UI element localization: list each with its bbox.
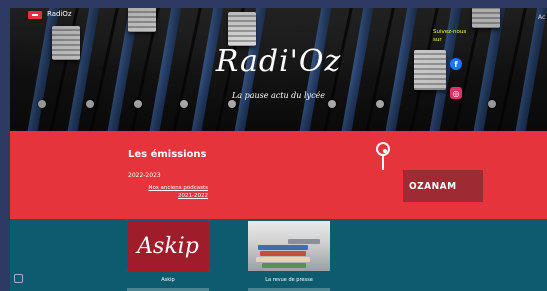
old-podcasts-year-link[interactable]: 2021-2022 bbox=[128, 193, 208, 199]
askip-logo-text: Askip bbox=[137, 233, 199, 259]
brand-name-link[interactable]: RadiOz bbox=[47, 10, 72, 18]
book-image bbox=[256, 257, 310, 262]
site-logo[interactable] bbox=[28, 11, 42, 19]
podcast-card-title[interactable]: Askip bbox=[127, 277, 209, 283]
book-image bbox=[258, 245, 308, 250]
website-page: RadiOz Radi'Oz La pause actu du lycée Su… bbox=[10, 8, 547, 291]
podcast-card-title[interactable]: La revue de presse bbox=[248, 277, 330, 283]
emissions-heading: Les émissions bbox=[128, 149, 207, 160]
facebook-icon[interactable]: f bbox=[450, 58, 462, 70]
book-image bbox=[262, 263, 306, 268]
school-badge[interactable]: OZANAM bbox=[403, 170, 483, 202]
left-margin bbox=[0, 0, 10, 291]
podcast-card-askip[interactable]: Askip bbox=[127, 221, 209, 271]
instagram-footer-icon[interactable] bbox=[14, 274, 23, 283]
old-podcasts-link[interactable]: Nos anciens podcasts bbox=[128, 185, 208, 192]
menu-item-truncated[interactable]: Ac bbox=[538, 14, 545, 21]
top-navigation: RadiOz bbox=[10, 8, 547, 24]
instagram-icon[interactable]: ◎ bbox=[450, 87, 462, 99]
podcast-card-revue[interactable] bbox=[248, 221, 330, 271]
site-tagline: La pause actu du lycée bbox=[231, 91, 326, 100]
site-title: Radi'Oz bbox=[215, 44, 342, 79]
follow-us-label: Suivez-nous sur bbox=[433, 29, 467, 43]
book-image bbox=[288, 239, 320, 244]
map-pin-icon bbox=[376, 142, 392, 170]
book-image bbox=[260, 251, 306, 256]
season-label: 2022-2023 bbox=[128, 172, 161, 179]
